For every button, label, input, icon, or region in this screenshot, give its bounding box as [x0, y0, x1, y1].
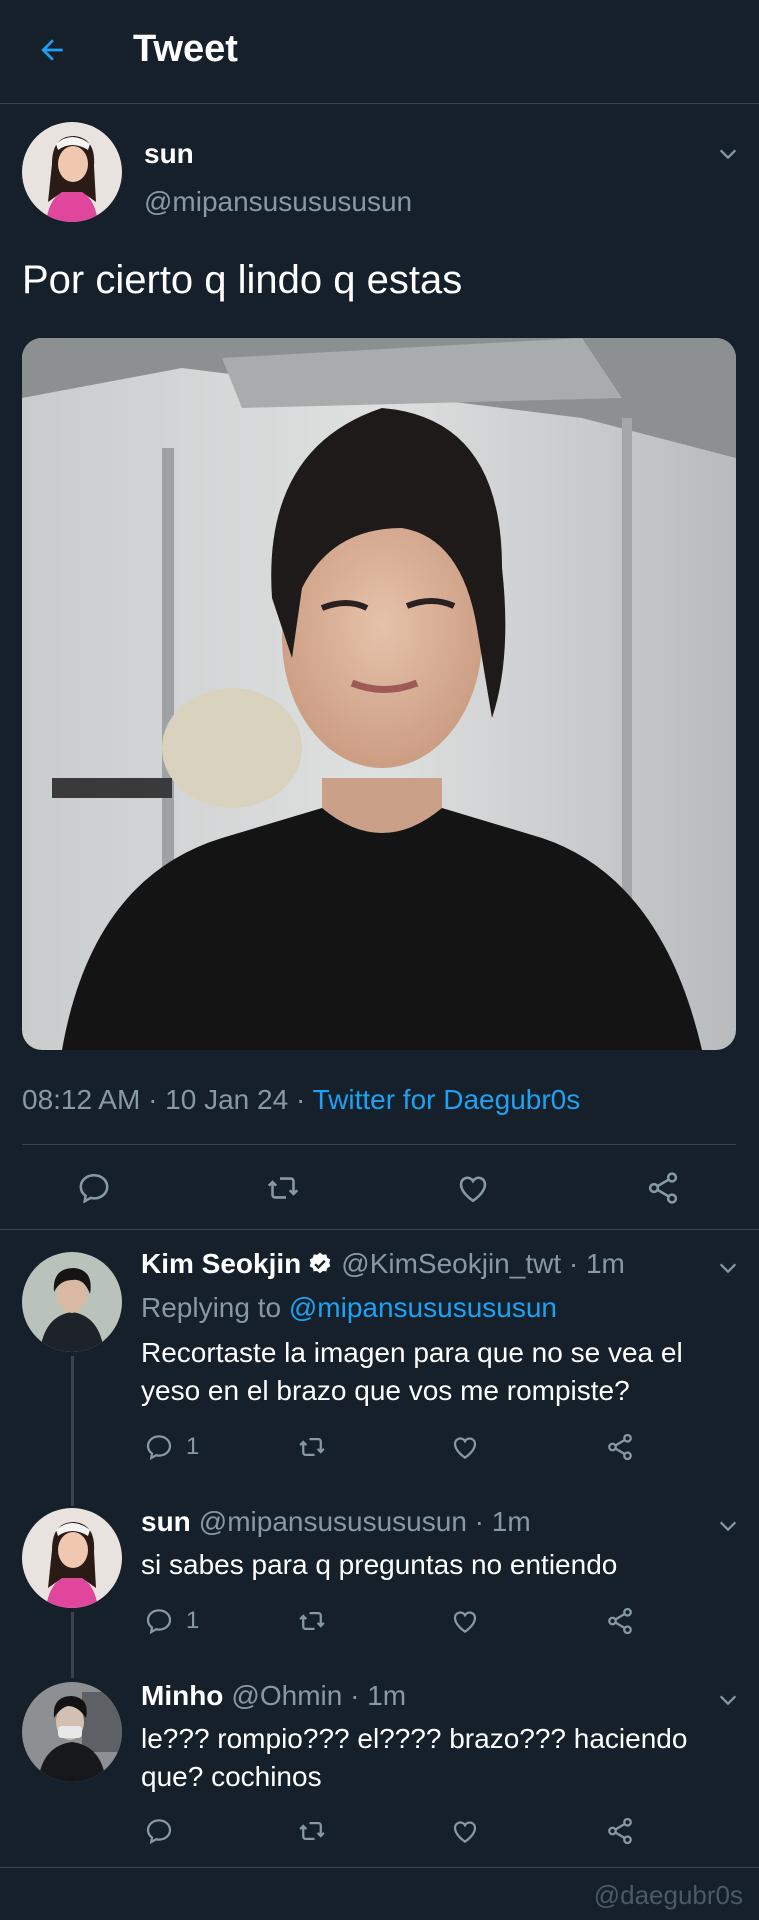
reply-tweet[interactable]: sun @mipansususususun · 1m si sabes para… — [0, 1500, 759, 1678]
author-name[interactable]: sun — [144, 138, 194, 170]
share-icon — [608, 1607, 632, 1635]
main-tweet: sun @mipansususususun Por cierto q lindo… — [0, 104, 759, 1230]
replying-to: Replying to @mipansususususun — [141, 1292, 557, 1324]
tweet-photo[interactable] — [22, 338, 736, 1050]
heart-icon — [459, 1176, 487, 1203]
reply-header: Minho @Ohmin · 1m — [141, 1680, 406, 1712]
reply-count: 1 — [186, 1433, 200, 1460]
thread-line — [71, 1356, 74, 1506]
author-handle[interactable]: @mipansususususun — [144, 186, 412, 218]
like-button[interactable] — [450, 1816, 480, 1846]
author-handle[interactable]: @mipansususususun · 1m — [199, 1506, 531, 1538]
reply-button[interactable] — [76, 1170, 112, 1206]
retweet-button[interactable] — [264, 1170, 302, 1206]
reply-button[interactable] — [144, 1816, 174, 1846]
avatar[interactable] — [22, 1508, 122, 1608]
tweet-menu-button[interactable] — [714, 1686, 742, 1714]
top-bar: Tweet — [0, 0, 759, 104]
verified-badge-icon — [307, 1251, 333, 1277]
like-button[interactable] — [450, 1432, 480, 1462]
thread-line — [71, 1612, 74, 1678]
avatar[interactable] — [22, 1252, 122, 1352]
like-button[interactable] — [450, 1606, 480, 1636]
watermark: @daegubr0s — [593, 1880, 743, 1910]
source-link[interactable]: Twitter for Daegubr0s — [313, 1084, 581, 1115]
author-handle[interactable]: @Ohmin · 1m — [231, 1680, 406, 1712]
tweet-text: le??? rompio??? el???? brazo??? haciendo… — [141, 1723, 688, 1792]
author-handle[interactable]: @KimSeokjin_twt · 1m — [341, 1248, 625, 1280]
author-name[interactable]: Minho — [141, 1680, 223, 1712]
tweet-text: si sabes para q preguntas no entiendo — [141, 1549, 618, 1580]
reply-tweet[interactable]: Minho @Ohmin · 1m le??? rompio??? el????… — [0, 1672, 759, 1868]
retweet-icon — [299, 1438, 325, 1456]
timestamp: 08:12 AM · 10 Jan 24 · — [22, 1084, 313, 1115]
divider — [22, 1144, 736, 1145]
tweet-text: Por cierto q lindo q estas — [22, 258, 463, 302]
tweet-menu-button[interactable] — [714, 140, 742, 168]
tweet-meta: 08:12 AM · 10 Jan 24 · Twitter for Daegu… — [22, 1084, 580, 1116]
reply-button[interactable]: 1 — [144, 1606, 199, 1636]
tweet-menu-button[interactable] — [714, 1512, 742, 1540]
reply-button[interactable]: 1 — [144, 1432, 199, 1462]
avatar[interactable] — [22, 1682, 122, 1782]
chevron-down-icon — [719, 149, 737, 160]
like-button[interactable] — [455, 1170, 491, 1206]
reply-icon — [146, 1819, 172, 1845]
page-title: Tweet — [133, 28, 238, 70]
reply-icon — [79, 1173, 109, 1204]
chevron-down-icon — [719, 1695, 737, 1706]
reply-tweet[interactable]: Kim Seokjin @KimSeokjin_twt · 1m Replyin… — [0, 1230, 759, 1506]
tweet-actions — [0, 1164, 759, 1216]
reply-icon — [146, 1609, 172, 1635]
retweet-button[interactable] — [296, 1606, 328, 1636]
heart-icon — [453, 1437, 477, 1459]
author-name[interactable]: sun — [141, 1506, 191, 1538]
share-icon — [648, 1172, 678, 1204]
heart-icon — [453, 1611, 477, 1633]
retweet-button[interactable] — [296, 1816, 328, 1846]
share-button[interactable] — [605, 1606, 635, 1636]
mention-link[interactable]: @mipansususususun — [289, 1292, 557, 1323]
retweet-icon — [299, 1822, 325, 1840]
tweet-menu-button[interactable] — [714, 1254, 742, 1282]
heart-icon — [453, 1821, 477, 1843]
replying-prefix: Replying to — [141, 1292, 289, 1323]
reply-header: Kim Seokjin @KimSeokjin_twt · 1m — [141, 1248, 625, 1280]
retweet-icon — [299, 1612, 325, 1630]
share-button[interactable] — [605, 1816, 635, 1846]
chevron-down-icon — [719, 1263, 737, 1274]
retweet-icon — [267, 1177, 299, 1199]
back-button[interactable] — [34, 32, 70, 68]
chevron-down-icon — [719, 1521, 737, 1532]
author-name[interactable]: Kim Seokjin — [141, 1248, 301, 1280]
share-icon — [608, 1433, 632, 1461]
retweet-button[interactable] — [296, 1432, 328, 1462]
avatar[interactable] — [22, 122, 122, 222]
tweet-text: Recortaste la imagen para que no se vea … — [141, 1337, 683, 1406]
reply-count: 1 — [186, 1607, 200, 1634]
share-button[interactable] — [645, 1170, 681, 1206]
share-button[interactable] — [605, 1432, 635, 1462]
share-icon — [608, 1817, 632, 1845]
reply-icon — [146, 1435, 172, 1461]
reply-header: sun @mipansususususun · 1m — [141, 1506, 531, 1538]
back-arrow-icon — [41, 39, 63, 61]
